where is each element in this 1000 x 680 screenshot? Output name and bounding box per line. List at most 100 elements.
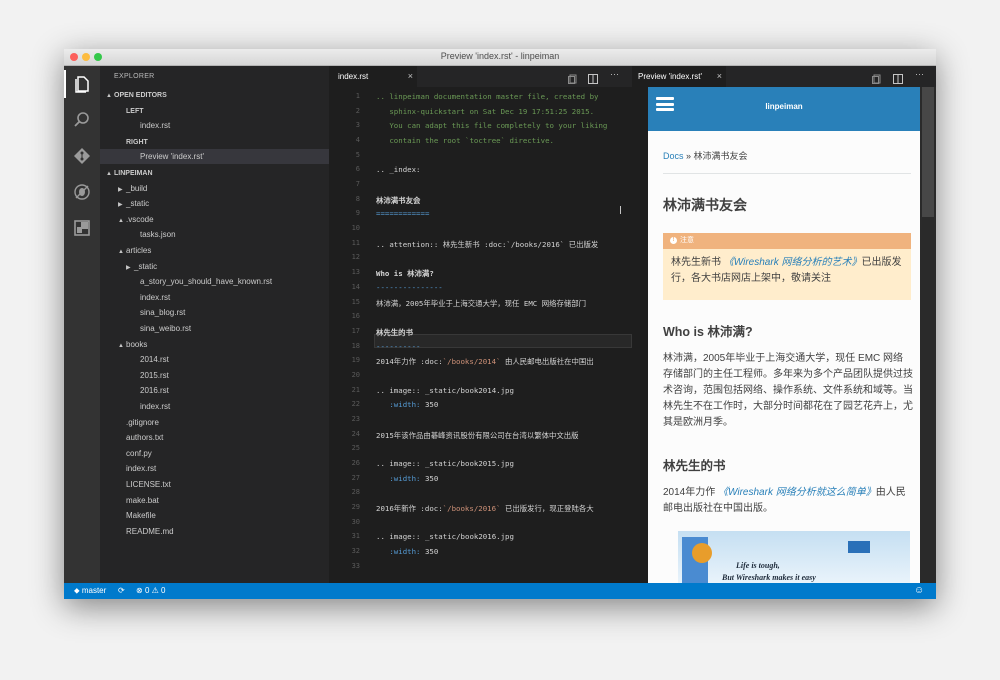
- tab-preview-index-rst[interactable]: Preview 'index.rst' ×: [632, 66, 726, 87]
- more-actions-icon[interactable]: ···: [915, 69, 925, 79]
- more-actions-icon[interactable]: ···: [610, 69, 620, 79]
- split-editor-icon[interactable]: [893, 71, 903, 84]
- scrollbar-thumb[interactable]: [922, 87, 934, 217]
- sidebar-item-label: books: [126, 339, 148, 349]
- breadcrumb-docs-link[interactable]: Docs: [663, 151, 684, 161]
- search-icon[interactable]: [72, 110, 92, 130]
- paragraph-books: 2014年力作 《Wireshark 网络分析就这么简单》由人民邮电出版社在中国…: [663, 487, 906, 514]
- split-editor-icon[interactable]: [588, 71, 598, 84]
- sidebar-item-label: sina_blog.rst: [140, 308, 186, 318]
- code-line: contain the root `toctree` directive.: [376, 136, 554, 146]
- sidebar-item[interactable]: LEFT: [100, 103, 329, 118]
- book-2016-link[interactable]: 《Wireshark 网络分析的艺术》: [724, 257, 862, 268]
- sidebar-item-label: LICENSE.txt: [126, 480, 171, 489]
- open-source-icon[interactable]: [872, 71, 882, 84]
- sidebar-item[interactable]: ▲ OPEN EDITORS: [100, 87, 329, 102]
- code-line: ----------: [376, 341, 421, 351]
- sidebar-item[interactable]: index.rst: [100, 290, 329, 305]
- status-bar: ⬥ master ⟳ ⊗ 0 ⚠ 0 ☺: [64, 583, 936, 599]
- sidebar-item[interactable]: index.rst: [100, 399, 329, 414]
- line-number: 28: [351, 488, 360, 497]
- editor-tab-bar: index.rst × ···: [330, 66, 632, 87]
- line-number: 26: [351, 459, 360, 467]
- sidebar-item[interactable]: ▲ .vscode: [100, 212, 329, 227]
- line-number: 31: [351, 532, 360, 541]
- branch-name: master: [81, 586, 107, 595]
- sidebar-item-label: 2016.rst: [140, 386, 169, 396]
- sidebar-item[interactable]: .gitignore: [100, 415, 329, 430]
- line-number: 6: [355, 165, 360, 174]
- close-tab-icon[interactable]: ×: [408, 66, 413, 87]
- sync-icon[interactable]: ⟳: [118, 583, 125, 599]
- sidebar-item[interactable]: 2014.rst: [100, 352, 329, 367]
- sidebar-item[interactable]: index.rst: [100, 461, 329, 476]
- sidebar-item[interactable]: sina_weibo.rst: [100, 321, 329, 336]
- title-bar: Preview 'index.rst' - linpeiman: [64, 49, 936, 66]
- git-branch-item[interactable]: ⬥ master: [74, 583, 106, 599]
- problems-item[interactable]: ⊗ 0 ⚠ 0: [136, 583, 165, 599]
- sidebar-item[interactable]: Preview 'index.rst': [100, 149, 329, 165]
- breadcrumb: Docs » 林沛满书友会: [663, 149, 748, 162]
- breadcrumb-current: » 林沛满书友会: [683, 151, 748, 161]
- sidebar-item-label: tasks.json: [140, 230, 176, 240]
- close-tab-icon[interactable]: ×: [717, 66, 722, 87]
- sidebar-item[interactable]: LICENSE.txt: [100, 477, 329, 492]
- heading-who: Who is 林沛满?: [663, 325, 753, 339]
- book-2014-link[interactable]: 《Wireshark 网络分析就这么简单》: [718, 487, 876, 498]
- code-line: 林先生的书: [376, 327, 413, 337]
- attention-admonition: ! 注意 林先生新书 《Wireshark 网络分析的艺术》已出版发行，各大书店网…: [663, 233, 911, 300]
- sidebar-item[interactable]: make.bat: [100, 493, 329, 508]
- sidebar-item[interactable]: authors.txt: [100, 430, 329, 445]
- sidebar-item[interactable]: ▲ books: [100, 337, 329, 352]
- sidebar-item[interactable]: conf.py: [100, 446, 329, 461]
- preview-scrollbar[interactable]: [920, 87, 936, 583]
- sidebar-item[interactable]: ▲ articles: [100, 243, 329, 258]
- sidebar-item-label: index.rst: [140, 121, 171, 131]
- line-number: 10: [351, 224, 360, 233]
- sidebar-item[interactable]: README.md: [100, 524, 329, 539]
- sidebar-item-label: articles: [126, 246, 152, 255]
- tab-index-rst[interactable]: index.rst ×: [330, 66, 417, 87]
- sidebar-item[interactable]: Makefile: [100, 508, 329, 523]
- error-icon: ⊗: [136, 586, 143, 595]
- admonition-title: ! 注意: [663, 233, 911, 249]
- code-line: 2015年该作品由碁峰资讯股份有限公司在台湾以繁体中文出版: [376, 430, 579, 440]
- line-number: 29: [351, 503, 360, 512]
- code-line: .. image:: _static/book2016.jpg: [376, 532, 514, 542]
- sidebar-item-label: RIGHT: [126, 138, 148, 146]
- window-title: Preview 'index.rst' - linpeiman: [440, 51, 560, 61]
- page-title: 林沛满书友会: [663, 197, 747, 213]
- project-brand[interactable]: linpeiman: [648, 102, 920, 111]
- files-icon[interactable]: [72, 74, 92, 94]
- code-line: :width: 350: [389, 400, 439, 410]
- code-area[interactable]: 1 .. linpeiman documentation master file,…: [330, 87, 632, 583]
- code-line: .. _index:: [376, 165, 421, 175]
- sidebar-item[interactable]: RIGHT: [100, 134, 329, 149]
- sidebar-item[interactable]: ▶ _build: [100, 181, 329, 196]
- line-number: 22: [351, 400, 360, 409]
- git-icon[interactable]: [72, 146, 92, 166]
- sidebar-item[interactable]: ▶ _static: [100, 259, 329, 274]
- sidebar-item[interactable]: 2016.rst: [100, 383, 329, 398]
- line-number: 1: [355, 92, 360, 100]
- heading-books: 林先生的书: [663, 459, 726, 473]
- extensions-icon[interactable]: [72, 218, 92, 238]
- debug-icon[interactable]: [72, 182, 92, 202]
- explorer-sidebar: EXPLORER ▲ OPEN EDITORS LEFT index.rst RIGHT…: [100, 66, 329, 583]
- code-line: .. linpeiman documentation master file, …: [376, 92, 599, 101]
- sidebar-item[interactable]: ▶ _static: [100, 196, 329, 211]
- sidebar-item[interactable]: 2015.rst: [100, 368, 329, 383]
- sidebar-item[interactable]: sina_blog.rst: [100, 305, 329, 320]
- sidebar-item[interactable]: ▲ LINPEIMAN: [100, 165, 329, 180]
- sidebar-item-label: authors.txt: [126, 433, 164, 443]
- preview-header: linpeiman: [648, 87, 920, 131]
- line-number: 5: [355, 150, 360, 159]
- open-preview-icon[interactable]: [568, 71, 578, 84]
- sidebar-item[interactable]: index.rst: [100, 118, 329, 133]
- feedback-smiley-icon[interactable]: ☺: [914, 583, 924, 599]
- sidebar-item[interactable]: tasks.json: [100, 227, 329, 242]
- sidebar-item-label: _static: [134, 261, 158, 271]
- line-number: 23: [351, 414, 360, 423]
- sidebar-item[interactable]: a_story_you_should_have_known.rst: [100, 274, 329, 289]
- line-number: 3: [355, 121, 360, 130]
